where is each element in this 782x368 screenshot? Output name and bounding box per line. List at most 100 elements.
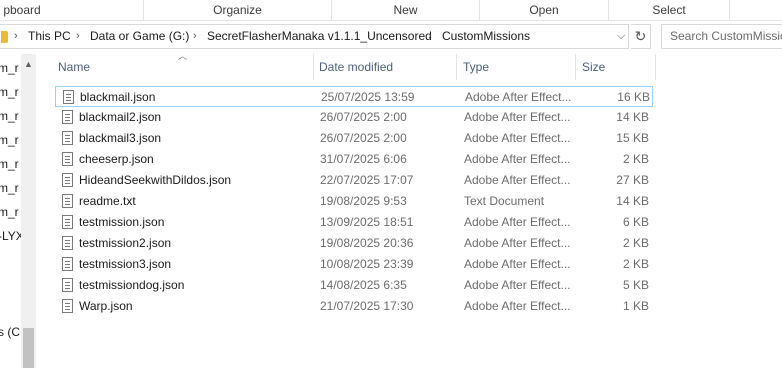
nav-item[interactable]: m_r [0, 179, 19, 197]
ribbon-group-select: Select [652, 3, 686, 17]
document-icon [62, 236, 73, 250]
file-name: testmission3.json [79, 257, 172, 271]
chevron-right-icon[interactable]: › [193, 25, 197, 48]
document-icon [62, 299, 73, 313]
file-row[interactable]: HideandSeekwithDildos.json 22/07/2025 17… [55, 170, 653, 191]
file-size: 5 KB [622, 278, 649, 292]
file-name: testmission2.json [79, 236, 172, 250]
file-name: blackmail3.json [79, 131, 162, 145]
scrollbar-thumb[interactable] [23, 328, 34, 368]
file-size: 2 KB [622, 152, 649, 166]
ribbon-groups: pboard Organize New Open Select [0, 0, 782, 21]
chevron-down-icon[interactable]: ⌵ [613, 25, 629, 48]
column-header-type[interactable]: Type [457, 54, 576, 81]
ribbon-group-clipboard: pboard [3, 3, 41, 17]
nav-item[interactable]: m_r [0, 107, 19, 125]
file-name: blackmail.json [80, 90, 156, 104]
file-size: 15 KB [616, 131, 649, 145]
file-row[interactable]: Warp.json 21/07/2025 17:30 Adobe After E… [55, 296, 653, 317]
nav-item[interactable]: m_r [0, 59, 19, 77]
nav-scrollbar[interactable]: ▲ [21, 54, 36, 368]
file-size: 1 KB [622, 299, 649, 313]
file-row[interactable]: readme.txt 19/08/2025 9:53 Text Document… [55, 191, 653, 212]
column-header-row: ︿ Name Date modified Type Size [52, 51, 656, 81]
ribbon-group-organize: Organize [213, 3, 262, 17]
file-size: 16 KB [617, 90, 650, 104]
search-input[interactable] [670, 29, 782, 43]
file-row[interactable]: testmission2.json 19/08/2025 20:36 Adobe… [55, 233, 653, 254]
document-icon [62, 110, 73, 124]
file-date: 10/08/2025 23:39 [320, 257, 414, 271]
file-size: 6 KB [622, 215, 649, 229]
document-icon [62, 215, 73, 229]
file-type: Adobe After Effect... [464, 131, 571, 145]
file-type: Adobe After Effect... [464, 152, 571, 166]
column-divider[interactable] [655, 54, 656, 80]
file-type: Adobe After Effect... [464, 278, 571, 292]
chevron-right-icon[interactable]: › [76, 25, 80, 48]
file-size: 27 KB [616, 173, 649, 187]
file-row[interactable]: blackmail3.json 26/07/2025 2:00 Adobe Af… [55, 128, 653, 149]
breadcrumb-this-pc[interactable]: This PC [28, 25, 71, 48]
file-date: 25/07/2025 13:59 [321, 90, 415, 104]
file-size: 14 KB [616, 194, 649, 208]
search-box[interactable] [661, 24, 782, 49]
file-date: 13/09/2025 18:51 [320, 215, 414, 229]
column-header-date[interactable]: Date modified [313, 54, 456, 81]
file-size: 2 KB [622, 236, 649, 250]
nav-item[interactable]: m_r [0, 155, 19, 173]
file-row[interactable]: blackmail.json 25/07/2025 13:59 Adobe Af… [55, 86, 653, 107]
ribbon-separator [729, 0, 730, 20]
refresh-icon[interactable]: ↻ [631, 24, 651, 49]
document-icon [62, 278, 73, 292]
file-date: 19/08/2025 20:36 [320, 236, 414, 250]
file-date: 19/08/2025 9:53 [320, 194, 407, 208]
file-type: Text Document [464, 194, 545, 208]
file-row[interactable]: testmissiondog.json 14/08/2025 6:35 Adob… [55, 275, 653, 296]
file-name: readme.txt [79, 194, 136, 208]
nav-item[interactable]: m_r [0, 83, 19, 101]
file-name: cheeserp.json [79, 152, 154, 166]
address-row: › This PC › Data or Game (G:) › SecretFl… [0, 24, 782, 50]
file-name: testmission.json [79, 215, 165, 229]
file-type: Adobe After Effect... [464, 110, 571, 124]
file-type: Adobe After Effect... [464, 299, 571, 313]
file-size: 2 KB [622, 257, 649, 271]
file-size: 14 KB [616, 110, 649, 124]
breadcrumb-game-folder[interactable]: SecretFlasherManaka v1.1.1_Uncensored [207, 25, 432, 48]
nav-item[interactable]: m_r [0, 131, 19, 149]
file-row[interactable]: cheeserp.json 31/07/2025 6:06 Adobe Afte… [55, 149, 653, 170]
file-date: 22/07/2025 17:07 [320, 173, 414, 187]
scroll-up-icon[interactable]: ▲ [21, 58, 36, 70]
file-row[interactable]: testmission3.json 10/08/2025 23:39 Adobe… [55, 254, 653, 275]
file-date: 14/08/2025 6:35 [320, 278, 407, 292]
file-type: Adobe After Effect... [464, 215, 571, 229]
breadcrumb-drive[interactable]: Data or Game (G:) [90, 25, 189, 48]
chevron-right-icon[interactable]: › [14, 25, 18, 48]
document-icon [62, 152, 73, 166]
document-icon [62, 173, 73, 187]
folder-icon [1, 31, 8, 43]
nav-item[interactable]: s (C [0, 323, 20, 341]
file-date: 31/07/2025 6:06 [320, 152, 407, 166]
ribbon-group-open: Open [529, 3, 559, 17]
file-name: Warp.json [79, 299, 133, 313]
ribbon-group-new: New [393, 3, 418, 17]
document-icon [62, 194, 73, 208]
file-type: Adobe After Effect... [464, 236, 571, 250]
file-type: Adobe After Effect... [464, 173, 571, 187]
address-bar[interactable]: › This PC › Data or Game (G:) › SecretFl… [0, 24, 629, 49]
file-row[interactable]: blackmail2.json 26/07/2025 2:00 Adobe Af… [55, 107, 653, 128]
document-icon [62, 257, 73, 271]
file-name: blackmail2.json [79, 110, 162, 124]
document-icon [63, 90, 74, 104]
document-icon [62, 131, 73, 145]
chevron-right-icon[interactable]: › [428, 25, 432, 48]
column-header-size[interactable]: Size [576, 54, 656, 81]
nav-item[interactable]: m_r [0, 203, 19, 221]
breadcrumb-current-folder[interactable]: CustomMissions [442, 25, 530, 48]
file-date: 26/07/2025 2:00 [320, 131, 407, 145]
column-header-name[interactable]: Name [52, 54, 313, 81]
file-name: testmissiondog.json [79, 278, 185, 292]
file-row[interactable]: testmission.json 13/09/2025 18:51 Adobe … [55, 212, 653, 233]
